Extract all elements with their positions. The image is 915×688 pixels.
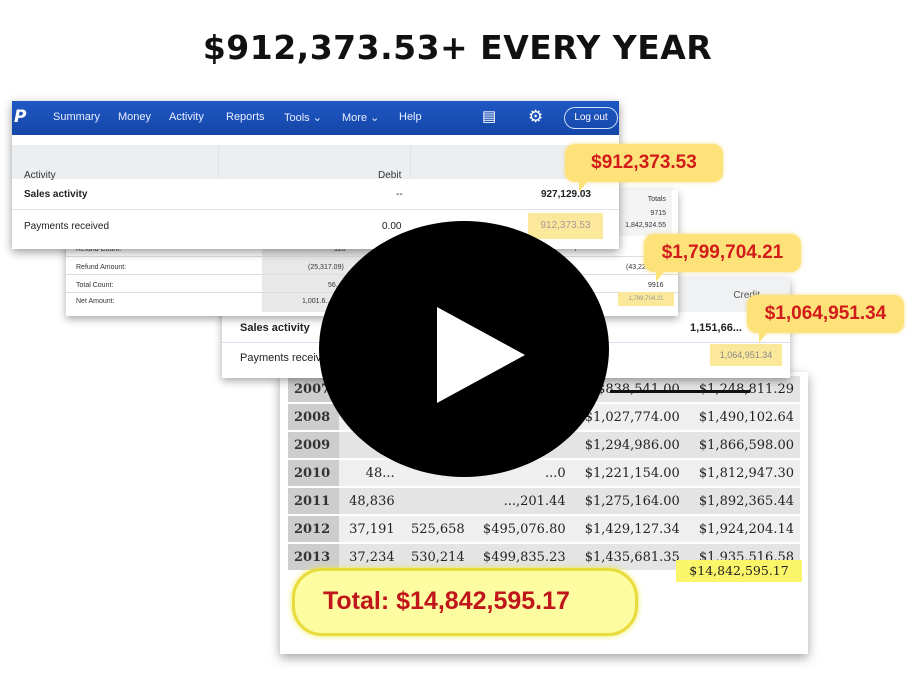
divider <box>218 145 219 179</box>
grand-total-cell: $14,842,595.17 <box>676 560 802 582</box>
sales-activity-label: Sales activity <box>240 322 310 334</box>
net-amount-highlight: 1,799,704.21 <box>618 292 674 306</box>
year-cell: 2012 <box>288 515 340 544</box>
value-cell: $1,294,986.00 <box>571 431 686 460</box>
paypal-navbar: P Summary Money Activity Reports Tools ⌄… <box>12 101 619 135</box>
value-cell: $1,275,164.00 <box>571 487 686 516</box>
payments-received-debit: 0.00 <box>382 221 402 232</box>
nav-reports[interactable]: Reports <box>226 111 265 123</box>
sales-activity-debit: -- <box>396 189 403 200</box>
year-cell: 2008 <box>288 403 340 432</box>
value-cell: $1,221,154.00 <box>571 459 686 488</box>
payments-received-label: Payments received <box>24 221 110 232</box>
value-cell: 525,658 <box>400 515 471 544</box>
paypal-logo-icon: P <box>14 107 27 127</box>
value-cell: $1,866,598.00 <box>685 431 800 460</box>
nav-summary[interactable]: Summary <box>53 111 100 123</box>
table-row: 2012 37,191 525,658 $495,076.80 $1,429,127.3… <box>288 515 800 544</box>
table-row: 2010 48... ...0 $1,221,154.00 $1,812,947.30 <box>288 459 800 488</box>
sales-activity-value: 1,151,66... <box>690 322 742 334</box>
value-cell: $1,435,681.35 <box>571 543 686 572</box>
column-header: Activity Debit <box>12 145 619 181</box>
sales-activity-label: Sales activity <box>24 189 88 200</box>
total-text: Total: $14,842,595.17 <box>323 587 570 615</box>
value-cell: $1,490,102.64 <box>685 403 800 432</box>
callout-1-799m: $1,799,704.21 <box>644 234 801 282</box>
divider <box>12 209 619 210</box>
year-cell: 2013 <box>288 543 340 572</box>
nav-activity[interactable]: Activity <box>169 111 204 123</box>
message-icon[interactable]: ▤ <box>482 109 496 125</box>
value-cell: 530,214 <box>400 543 471 572</box>
total-bubble: Total: $14,842,595.17 <box>292 568 638 636</box>
gear-icon[interactable]: ⚙ <box>528 108 543 125</box>
value-cell: $1,892,365.44 <box>685 487 800 516</box>
play-button[interactable] <box>319 221 609 477</box>
value-cell: 48... <box>339 459 401 488</box>
value-cell: $1,924,204.14 <box>685 515 800 544</box>
paypal-statement-1: P Summary Money Activity Reports Tools ⌄… <box>12 101 619 249</box>
value-cell: 48,836 <box>339 487 401 516</box>
payments-received-value: 1,064,951.34 <box>710 344 782 366</box>
nav-tools[interactable]: Tools ⌄ <box>284 111 322 124</box>
value-cell: 37,191 <box>339 515 401 544</box>
value-cell: $1,429,127.34 <box>571 515 686 544</box>
value-cell: $1,812,947.30 <box>685 459 800 488</box>
logout-button[interactable]: Log out <box>564 107 618 129</box>
divider <box>410 145 411 179</box>
payments-received-credit: 912,373.53 <box>528 213 603 239</box>
value-cell <box>400 487 471 516</box>
nav-help[interactable]: Help <box>399 111 422 123</box>
callout-1-064m: $1,064,951.34 <box>747 295 904 343</box>
play-icon <box>437 307 525 403</box>
callout-912k: $912,373.53 <box>565 144 723 192</box>
year-cell: 2011 <box>288 487 340 516</box>
totals-header: Totals <box>647 196 666 203</box>
value-cell: ...,201.44 <box>470 487 572 516</box>
nav-money[interactable]: Money <box>118 111 151 123</box>
nav-more[interactable]: More ⌄ <box>342 111 379 124</box>
underline-mark <box>610 390 750 393</box>
headline: $912,373.53+ EVERY YEAR <box>202 28 713 67</box>
totals-value-2: 1,842,924.55 <box>625 222 666 229</box>
totals-value-1: 9715 <box>650 210 666 217</box>
value-cell: $499,835.23 <box>470 543 572 572</box>
value-cell: 37,234 <box>339 543 401 572</box>
totals-column: Totals 9715 1,842,924.55 <box>614 190 672 236</box>
year-cell: 2009 <box>288 431 340 460</box>
year-cell: 2010 <box>288 459 340 488</box>
table-row: 2011 48,836 ...,201.44 $1,275,164.00 $1,892,… <box>288 487 800 516</box>
value-cell: $495,076.80 <box>470 515 572 544</box>
